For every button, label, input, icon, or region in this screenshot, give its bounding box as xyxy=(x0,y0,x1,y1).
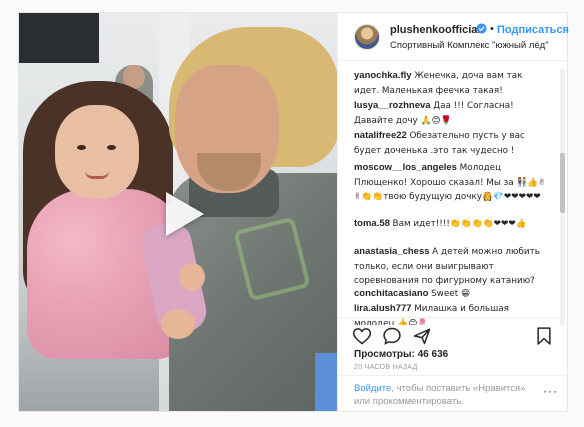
post-video[interactable] xyxy=(19,13,337,411)
share-icon[interactable] xyxy=(412,326,432,346)
avatar[interactable] xyxy=(354,24,380,50)
comment-username[interactable]: lira.alush777 xyxy=(354,303,412,314)
comment-username[interactable]: anastasia_chess xyxy=(354,246,430,257)
play-button[interactable] xyxy=(159,189,209,239)
comment-username[interactable]: natalifree22 xyxy=(354,130,407,141)
comments-scrollbar[interactable] xyxy=(560,69,565,325)
login-prompt: Войдите, чтобы поставить «Нравится» или … xyxy=(354,382,534,408)
author-username[interactable]: plushenkoofficial xyxy=(390,24,480,36)
girl-eye-left xyxy=(77,145,86,150)
comments-list[interactable]: yanochka.fly Женечка, доча вам так идет.… xyxy=(338,69,568,325)
girl-face xyxy=(55,105,139,199)
comment-username[interactable]: lusya__rozhneva xyxy=(354,100,431,111)
more-options-button[interactable]: ··· xyxy=(543,384,558,398)
bookmark-icon[interactable] xyxy=(534,326,554,346)
girl-eye-right xyxy=(107,145,116,150)
post-actions xyxy=(338,317,568,353)
login-link[interactable]: Войдите xyxy=(354,383,391,394)
header-separator-dot: • xyxy=(490,23,494,35)
comment-item: natalifree22 Обезательно пусть у вас буд… xyxy=(354,129,550,158)
comment-item: anastasia_chess А детей можно любить тол… xyxy=(354,245,550,289)
login-prompt-bar: Войдите, чтобы поставить «Нравится» или … xyxy=(338,375,568,411)
comment-item: moscow__los_angeles Молодец Плющенко! Хо… xyxy=(354,161,550,205)
video-dark-corner xyxy=(19,13,99,63)
comment-item: lusya__rozhneva Даа !!! Согласна! Давайт… xyxy=(354,99,550,128)
girl-hand-lower xyxy=(161,309,195,339)
video-blue-object xyxy=(315,353,337,411)
comment-text: Вам идет!!!!👏👏👏👏❤❤❤👍 xyxy=(392,219,527,229)
comment-icon[interactable] xyxy=(382,326,402,346)
post-location[interactable]: Спортивный Комплекс "южный лёд" xyxy=(390,40,549,51)
post-sidebar: plushenkoofficial • Подписаться Спортивн… xyxy=(337,13,569,411)
comment-text: Sweet 😁 xyxy=(431,289,471,299)
play-icon xyxy=(166,192,204,236)
post-header: plushenkoofficial • Подписаться Спортивн… xyxy=(338,13,569,61)
heart-icon[interactable] xyxy=(352,326,372,346)
post-timestamp[interactable]: 20 ЧАСОВ НАЗАД xyxy=(354,364,418,371)
comment-username[interactable]: yanochka.fly xyxy=(354,70,412,81)
scrollbar-thumb[interactable] xyxy=(560,153,565,213)
comment-item: toma.58 Вам идет!!!!👏👏👏👏❤❤❤👍 xyxy=(354,217,550,232)
comment-item: conchitacasiano Sweet 😁 xyxy=(354,287,550,302)
comment-username[interactable]: toma.58 xyxy=(354,218,390,229)
instagram-post: plushenkoofficial • Подписаться Спортивн… xyxy=(18,12,569,412)
follow-button[interactable]: Подписаться xyxy=(497,24,569,36)
comment-username[interactable]: moscow__los_angeles xyxy=(354,162,457,173)
comment-username[interactable]: conchitacasiano xyxy=(354,288,428,299)
girl-hand-upper xyxy=(179,263,205,291)
views-count[interactable]: Просмотры: 46 636 xyxy=(354,349,448,360)
comment-item: yanochka.fly Женечка, доча вам так идет.… xyxy=(354,69,550,98)
verified-badge-icon xyxy=(476,23,487,34)
